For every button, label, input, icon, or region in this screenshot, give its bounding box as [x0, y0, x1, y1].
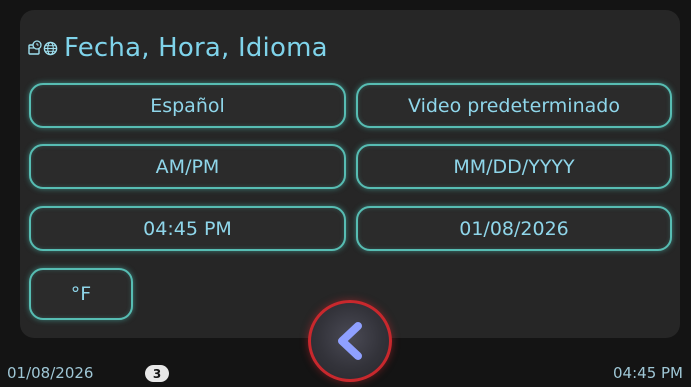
screen: Fecha, Hora, Idioma Español Video predet…	[0, 0, 691, 387]
page-title: Fecha, Hora, Idioma	[64, 33, 328, 63]
date-value-button[interactable]: 01/08/2026	[356, 206, 672, 251]
temperature-unit-button[interactable]: °F	[29, 268, 133, 320]
clock-calendar-icon	[28, 40, 42, 55]
time-value-button[interactable]: 04:45 PM	[29, 206, 346, 251]
page-header: Fecha, Hora, Idioma	[28, 28, 328, 68]
chevron-left-icon	[338, 322, 362, 360]
language-button[interactable]: Español	[29, 83, 346, 128]
status-time: 04:45 PM	[613, 364, 683, 382]
date-format-button[interactable]: MM/DD/YYYY	[356, 144, 672, 189]
notification-badge: 3	[145, 365, 169, 382]
back-button[interactable]	[308, 300, 392, 382]
default-video-button[interactable]: Video predeterminado	[356, 83, 672, 128]
header-icons	[28, 40, 58, 56]
globe-icon	[43, 41, 58, 55]
status-date: 01/08/2026	[7, 364, 94, 382]
time-format-button[interactable]: AM/PM	[29, 144, 346, 189]
